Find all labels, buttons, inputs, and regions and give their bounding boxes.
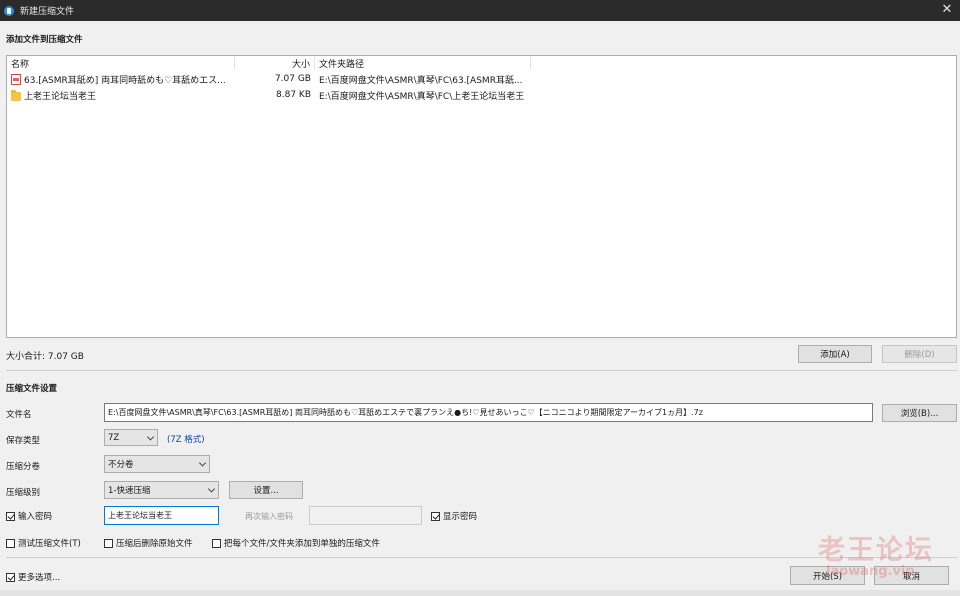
chevron-down-icon [146,432,155,441]
add-button[interactable]: 添加(A) [798,345,872,363]
delete-button[interactable]: 删除(D) [882,345,957,363]
password-confirm-label: 再次输入密码 [245,512,293,521]
password-confirm-input[interactable] [309,506,422,525]
title-bar: 新建压缩文件 ✕ [0,0,960,21]
folder-icon [11,89,21,101]
password-input[interactable]: 上老王论坛当老王 [104,506,219,525]
split-label: 压缩分卷 [6,462,41,472]
checkbox-checked-icon [431,511,440,521]
watermark-text: 老王论坛 [818,535,934,566]
test-archive-checkbox[interactable]: 测试压缩文件(T) [6,537,81,549]
column-header-name[interactable]: 名称 [7,56,235,70]
column-header-size[interactable]: 大小 [235,56,315,70]
test-archive-label: 测试压缩文件(T) [18,539,81,549]
show-password-label: 显示密码 [443,512,478,522]
file-list-header: 名称 大小 文件夹路径 [7,56,956,71]
file-size: 7.07 GB [274,74,311,84]
chevron-down-icon [198,459,207,467]
document-icon [11,73,21,85]
delete-after-label: 压缩后删除原始文件 [116,539,193,549]
footer-divider [6,557,957,558]
column-header-path[interactable]: 文件夹路径 [315,56,531,70]
bottom-edge [0,590,960,596]
more-options-label: 更多选项... [18,573,61,583]
file-path: E:\百度网盘文件\ASMR\真琴\FC\上老王论坛当老王 [319,91,525,102]
browse-button[interactable]: 浏览(B)... [882,404,957,422]
file-row[interactable]: 63.[ASMR耳舐め] 両耳同時舐めも♡耳舐めエス... 7.07 GB E:… [7,71,956,87]
format-label: 保存类型 [6,436,41,446]
delete-after-checkbox[interactable]: 压缩后删除原始文件 [104,537,193,549]
settings-heading: 压缩文件设置 [6,384,58,394]
split-value: 不分卷 [108,460,134,470]
more-options-checkbox[interactable]: 更多选项... [6,571,60,583]
add-files-heading: 添加文件到压缩文件 [6,35,83,45]
watermark-sub: laowang.vip [826,564,915,579]
password-checkbox[interactable]: 输入密码 [6,510,52,522]
total-size: 大小合计: 7.07 GB [6,352,84,362]
level-label: 压缩级别 [6,488,41,498]
window-title: 新建压缩文件 [20,7,75,17]
filename-input[interactable]: E:\百度网盘文件\ASMR\真琴\FC\63.[ASMR耳舐め] 両耳同時舐め… [104,403,873,422]
filename-label: 文件名 [6,410,32,420]
file-path: E:\百度网盘文件\ASMR\真琴\FC\63.[ASMR耳舐... [319,75,523,86]
password-label: 输入密码 [18,512,53,522]
app-icon [4,5,14,16]
checkbox-unchecked-icon [104,538,113,548]
section-divider [6,370,957,371]
checkbox-checked-icon [6,511,15,521]
split-select[interactable]: 不分卷 [104,455,210,473]
format-value: 7Z [108,432,120,443]
file-size: 8.87 KB [276,90,311,100]
chevron-down-icon [207,485,216,493]
separate-archives-label: 把每个文件/文件夹添加到单独的压缩文件 [224,539,380,549]
file-list[interactable]: 名称 大小 文件夹路径 63.[ASMR耳舐め] 両耳同時舐めも♡耳舐めエス..… [6,55,957,338]
show-password-checkbox[interactable]: 显示密码 [431,510,477,522]
close-icon[interactable]: ✕ [940,2,954,18]
format-info-link[interactable]: (7Z 格式) [167,433,205,445]
file-name: 63.[ASMR耳舐め] 両耳同時舐めも♡耳舐めエス... [24,75,226,86]
settings-button[interactable]: 设置... [229,481,303,499]
checkbox-unchecked-icon [6,538,15,548]
file-row[interactable]: 上老王论坛当老王 8.87 KB E:\百度网盘文件\ASMR\真琴\FC\上老… [7,87,956,103]
level-select[interactable]: 1-快速压缩 [104,481,219,499]
checkbox-unchecked-icon [212,538,221,548]
format-select[interactable]: 7Z [104,429,158,446]
separate-archives-checkbox[interactable]: 把每个文件/文件夹添加到单独的压缩文件 [212,537,380,549]
level-value: 1-快速压缩 [108,486,151,496]
checkbox-checked-icon [6,572,15,582]
file-name: 上老王论坛当老王 [24,91,97,102]
